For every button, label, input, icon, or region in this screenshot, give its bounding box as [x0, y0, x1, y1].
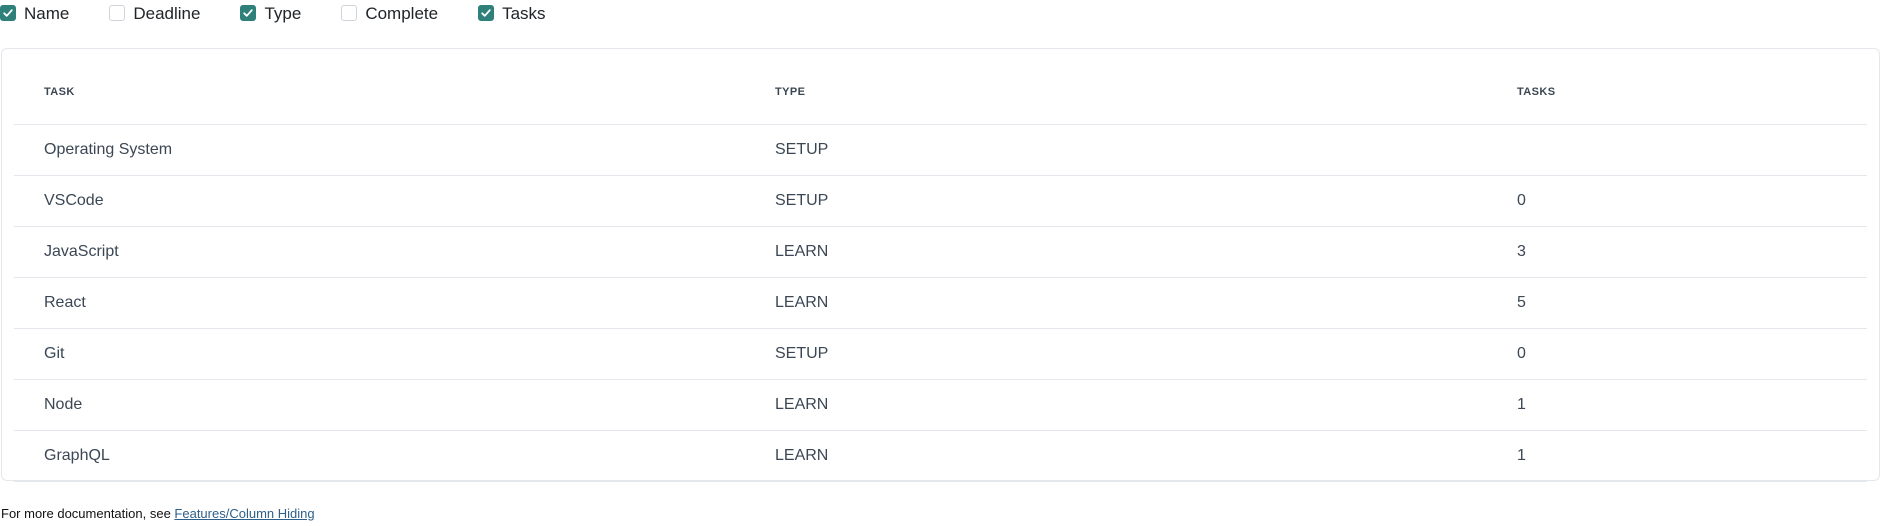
toggle-label-tasks: Tasks	[502, 3, 546, 23]
toggle-label-deadline: Deadline	[133, 3, 201, 23]
cell-task: Node	[14, 379, 745, 431]
cell-task: GraphQL	[14, 430, 745, 482]
check-icon	[243, 9, 254, 17]
cell-tasks: 0	[1487, 175, 1867, 227]
table-header-row: TASK TYPE TASKS	[14, 61, 1867, 125]
toggle-deadline[interactable]: Deadline	[109, 0, 200, 26]
checkbox-tasks[interactable]	[478, 5, 495, 21]
table-row: React LEARN 5	[14, 277, 1867, 329]
toggle-complete[interactable]: Complete	[341, 0, 438, 26]
table-row: VSCode SETUP 0	[14, 175, 1867, 227]
toggle-type[interactable]: Type	[240, 0, 301, 26]
toggle-label-type: Type	[264, 3, 302, 23]
cell-tasks: 3	[1487, 226, 1867, 278]
cell-task: JavaScript	[14, 226, 745, 278]
checkbox-complete[interactable]	[341, 5, 358, 21]
cell-tasks: 5	[1487, 277, 1867, 329]
toggle-label-name: Name	[24, 3, 70, 23]
column-header-task: TASK	[14, 61, 745, 125]
tasks-table: TASK TYPE TASKS Operating System SETUP V…	[14, 61, 1867, 482]
table-row: GraphQL LEARN 1	[14, 430, 1867, 482]
column-header-type: TYPE	[745, 61, 1487, 125]
check-icon	[3, 9, 13, 17]
documentation-note: For more documentation, see Features/Col…	[1, 506, 315, 522]
cell-type: LEARN	[745, 277, 1487, 329]
column-visibility-toggles: Name Deadline Type Complete Tasks	[0, 0, 586, 26]
toggle-label-complete: Complete	[365, 3, 439, 23]
toggle-name[interactable]: Name	[0, 0, 69, 26]
table-row: JavaScript LEARN 3	[14, 226, 1867, 278]
cell-tasks	[1487, 124, 1867, 176]
table-row: Operating System SETUP	[14, 124, 1867, 176]
column-header-tasks: TASKS	[1487, 61, 1867, 125]
toggle-tasks[interactable]: Tasks	[478, 0, 546, 26]
checkbox-deadline[interactable]	[109, 5, 126, 21]
cell-type: SETUP	[745, 124, 1487, 176]
documentation-link[interactable]: Features/Column Hiding	[174, 506, 314, 521]
cell-task: React	[14, 277, 745, 329]
cell-task: Git	[14, 328, 745, 380]
checkbox-name[interactable]	[0, 5, 16, 21]
table-row: Node LEARN 1	[14, 379, 1867, 431]
table-card: TASK TYPE TASKS Operating System SETUP V…	[1, 48, 1880, 482]
cell-type: SETUP	[745, 175, 1487, 227]
cell-task: Operating System	[14, 124, 745, 176]
checkbox-type[interactable]	[240, 5, 257, 21]
cell-tasks: 1	[1487, 430, 1867, 482]
cell-type: LEARN	[745, 379, 1487, 431]
cell-task: VSCode	[14, 175, 745, 227]
cell-tasks: 1	[1487, 379, 1867, 431]
cell-type: SETUP	[745, 328, 1487, 380]
cell-type: LEARN	[745, 226, 1487, 278]
documentation-text: For more documentation, see	[1, 506, 175, 521]
check-icon	[481, 9, 491, 17]
cell-type: LEARN	[745, 430, 1487, 482]
cell-tasks: 0	[1487, 328, 1867, 380]
table-row: Git SETUP 0	[14, 328, 1867, 380]
